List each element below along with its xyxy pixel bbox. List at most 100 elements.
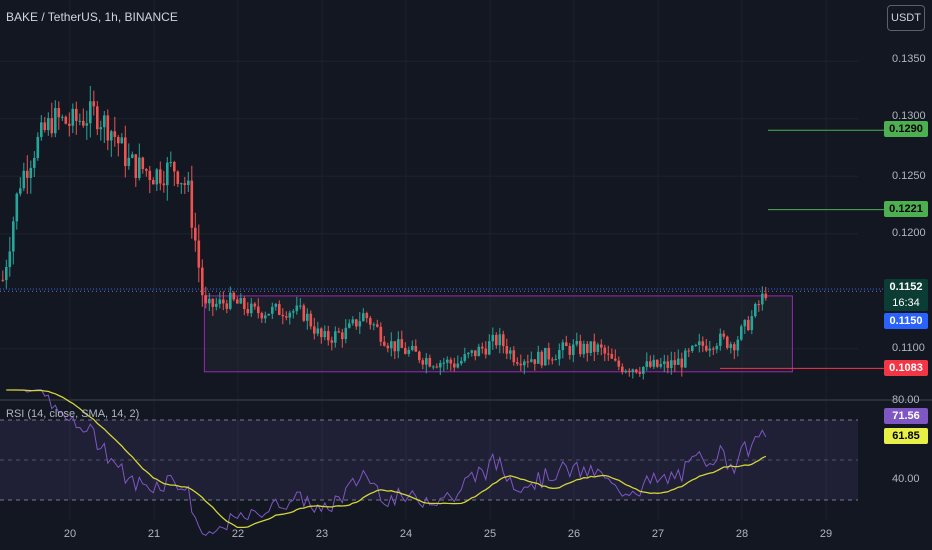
candle-body bbox=[8, 251, 12, 267]
candle-body bbox=[572, 344, 575, 355]
candle-body bbox=[411, 345, 414, 350]
candle-body bbox=[201, 267, 204, 296]
candle-body bbox=[565, 342, 568, 347]
candle-body bbox=[320, 328, 323, 338]
target-2-price-badge: 0.1290 bbox=[884, 121, 928, 137]
candle-body bbox=[29, 167, 33, 178]
date-tick: 28 bbox=[735, 528, 749, 540]
candle-body bbox=[288, 312, 292, 318]
candle-body bbox=[537, 351, 540, 364]
candle-body bbox=[316, 328, 320, 334]
candle-body bbox=[421, 360, 425, 365]
candle-body bbox=[743, 319, 747, 327]
candle-body bbox=[575, 341, 579, 345]
price-chart[interactable] bbox=[0, 0, 932, 550]
candle-body bbox=[222, 299, 225, 304]
candle-body bbox=[15, 193, 19, 222]
candle-body bbox=[236, 299, 239, 304]
candle-body bbox=[474, 350, 477, 357]
candle-body bbox=[327, 331, 330, 341]
candle-body bbox=[484, 348, 488, 355]
candle-body bbox=[124, 137, 127, 166]
candle-body bbox=[554, 359, 558, 361]
symbol-title: BAKE / TetherUS, 1h, BINANCE bbox=[6, 10, 178, 24]
support-price-badge: 0.1083 bbox=[884, 360, 928, 376]
candle-body bbox=[145, 169, 148, 171]
candle-body bbox=[754, 304, 757, 317]
candle-body bbox=[348, 323, 351, 328]
candle-body bbox=[407, 349, 411, 354]
candle-body bbox=[323, 331, 327, 338]
candle-body bbox=[740, 326, 743, 340]
candle-body bbox=[43, 122, 47, 131]
candle-body bbox=[666, 361, 670, 368]
candle-body bbox=[362, 313, 365, 322]
candle-body bbox=[194, 227, 197, 241]
candle-body bbox=[547, 347, 551, 360]
candle-body bbox=[271, 306, 274, 314]
candle-body bbox=[488, 341, 491, 355]
candle-body bbox=[442, 362, 446, 364]
candle-body bbox=[278, 303, 281, 315]
candle-body bbox=[680, 358, 684, 368]
candle-body bbox=[57, 108, 61, 118]
candle-body bbox=[187, 180, 190, 185]
candle-body bbox=[159, 169, 162, 184]
candle-body bbox=[1, 279, 5, 281]
candle-body bbox=[215, 303, 218, 307]
candle-body bbox=[432, 366, 435, 368]
candle-body bbox=[519, 363, 523, 366]
candle-body bbox=[152, 180, 155, 185]
candle-body bbox=[208, 298, 211, 304]
target-1-price-badge: 0.1221 bbox=[884, 201, 928, 217]
candle-body bbox=[264, 315, 267, 319]
candle-body bbox=[162, 183, 166, 186]
candle-body bbox=[295, 305, 299, 312]
candle-body bbox=[498, 334, 502, 346]
candle-body bbox=[607, 353, 610, 355]
candle-body bbox=[551, 359, 554, 361]
candle-body bbox=[365, 313, 369, 319]
date-tick: 26 bbox=[567, 528, 581, 540]
candle-body bbox=[120, 137, 124, 144]
candle-body bbox=[645, 361, 649, 367]
candle-body bbox=[698, 341, 701, 345]
date-tick: 25 bbox=[483, 528, 497, 540]
candle-body bbox=[302, 305, 306, 321]
candle-body bbox=[617, 360, 621, 367]
candle-body bbox=[544, 347, 547, 366]
candle-body bbox=[642, 366, 645, 374]
rsi-indicator-label[interactable]: RSI (14, close, SMA, 14, 2) bbox=[6, 408, 139, 420]
candle-body bbox=[383, 341, 386, 346]
candle-body bbox=[204, 295, 208, 304]
candle-body bbox=[663, 361, 666, 365]
candle-body bbox=[337, 331, 341, 333]
levels-layer bbox=[0, 129, 884, 373]
candle-body bbox=[463, 354, 467, 361]
candle-body bbox=[512, 350, 516, 363]
candle-body bbox=[229, 292, 232, 309]
price-tick: 0.1200 bbox=[892, 227, 926, 239]
date-tick: 23 bbox=[315, 528, 329, 540]
candle-body bbox=[505, 346, 509, 354]
candle-body bbox=[183, 183, 187, 185]
candle-body bbox=[355, 319, 358, 327]
candle-body bbox=[386, 345, 390, 349]
candle-body bbox=[603, 347, 607, 354]
candle-body bbox=[75, 108, 78, 121]
candle-body bbox=[540, 351, 544, 366]
candle-body bbox=[764, 293, 768, 299]
candle-body bbox=[439, 362, 442, 368]
candle-body bbox=[344, 327, 348, 340]
last-price-badge: 0.1152 bbox=[884, 279, 928, 295]
candle-body bbox=[652, 359, 656, 367]
candle-body bbox=[155, 169, 159, 185]
candle-body bbox=[425, 357, 428, 365]
candle-body bbox=[449, 359, 453, 364]
candle-body bbox=[103, 115, 106, 128]
candle-body bbox=[736, 339, 740, 351]
candle-body bbox=[533, 359, 537, 364]
currency-button[interactable]: USDT bbox=[887, 5, 925, 31]
candle-body bbox=[589, 341, 593, 353]
candle-body bbox=[733, 344, 736, 351]
